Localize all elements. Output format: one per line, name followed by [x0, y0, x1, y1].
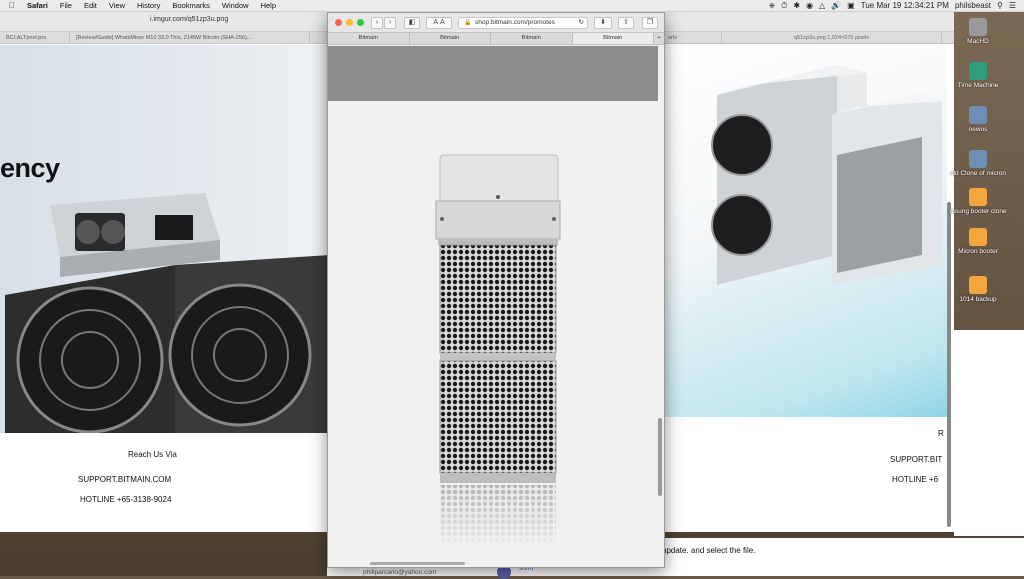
menu-safari[interactable]: Safari: [21, 1, 54, 10]
sidebar-toggle-icon[interactable]: ◧: [404, 17, 420, 29]
support-email[interactable]: SUPPORT.BITMAIN.COM: [78, 475, 171, 484]
menu-history[interactable]: History: [131, 1, 166, 10]
menu-edit[interactable]: Edit: [78, 1, 103, 10]
drive-icon: [969, 150, 987, 168]
desktop-icon-label: 1014 backup: [959, 296, 997, 303]
right-browser-window: arts q51zp3u.png 1,024×576 pixels R SUPP…: [662, 12, 954, 532]
share-icon[interactable]: ⇧: [618, 17, 634, 29]
desktop-icon-1014-backup[interactable]: 1014 backup: [942, 276, 1014, 303]
control-icon[interactable]: ⎈: [769, 1, 775, 11]
desktop-icon-newos[interactable]: newos: [942, 106, 1014, 133]
time-machine-icon[interactable]: ⏱: [781, 1, 787, 11]
right-support[interactable]: SUPPORT.BIT: [890, 455, 942, 464]
menu-user[interactable]: philsbeast: [955, 1, 991, 10]
desktop-icon-label: newos: [968, 126, 988, 133]
menu-clock[interactable]: Tue Mar 19 12:34:21 PM: [861, 1, 949, 10]
menu-bookmarks[interactable]: Bookmarks: [166, 1, 216, 10]
airplay-icon[interactable]: △: [819, 1, 825, 10]
time-machine-drive-icon: [969, 62, 987, 80]
reload-icon[interactable]: ↻: [579, 18, 584, 28]
new-tab-button[interactable]: +: [654, 33, 664, 44]
menu-view[interactable]: View: [103, 1, 131, 10]
wifi-icon[interactable]: ◉: [806, 1, 813, 10]
forward-button[interactable]: ›: [384, 17, 396, 29]
zoom-button[interactable]: [357, 19, 364, 26]
reach-us-title: Reach Us Via: [128, 450, 177, 459]
desktop-icon-micron-booter[interactable]: Micron booter: [942, 228, 1014, 255]
left-window-toolbar: i.imgur.com/q51zp3u.png: [0, 12, 330, 32]
tab-bitmain-4[interactable]: Bitmain: [572, 33, 654, 44]
apple-menu-icon[interactable]: : [0, 1, 21, 10]
right-reach-title: R: [938, 429, 944, 438]
tab-overview-icon[interactable]: ❐: [642, 17, 658, 29]
desktop-icon-label: Time Machine: [957, 82, 999, 89]
display-icon[interactable]: ▣: [847, 1, 855, 10]
volume-icon[interactable]: 🔊: [831, 1, 841, 10]
bottom-text: update. and select the file.: [662, 546, 756, 555]
miner-photo-right: [711, 65, 942, 285]
address-bar[interactable]: 🔒 shop.bitmain.com/promotes ↻: [458, 17, 588, 29]
front-tab-bar: Bitmain Bitmain Bitmain Bitmain +: [328, 33, 664, 45]
left-tab-2[interactable]: [Review/Guide] WhatsMiner M10 33.0 Th/s,…: [70, 32, 310, 43]
page-header-band: [328, 46, 658, 101]
notification-center-icon[interactable]: ☰: [1009, 1, 1016, 10]
bottom-email: philiparcario@yahoo.com: [363, 569, 437, 576]
tab-bitmain-3[interactable]: Bitmain: [491, 33, 573, 44]
horizontal-scrollbar[interactable]: [370, 562, 465, 565]
left-contact-section: Reach Us Via SUPPORT.BITMAIN.COM HOTLINE…: [0, 433, 330, 532]
back-button[interactable]: ‹: [371, 17, 383, 29]
menu-file[interactable]: File: [54, 1, 78, 10]
drive-icon: [969, 18, 987, 36]
menu-help[interactable]: Help: [255, 1, 282, 10]
desktop-icon-samsung-booter[interactable]: msung booter clone: [942, 188, 1014, 215]
left-hero-image: ency: [0, 45, 330, 435]
right-hero-image: [662, 45, 947, 417]
drive-icon: [969, 276, 987, 294]
desktop-icon-old-clone[interactable]: old Clone of micron: [942, 150, 1014, 177]
right-tab-1[interactable]: arts: [662, 32, 722, 43]
menu-window[interactable]: Window: [216, 1, 255, 10]
right-window-toolbar: [662, 12, 954, 32]
left-window-url[interactable]: i.imgur.com/q51zp3u.png: [150, 16, 228, 23]
drive-icon: [969, 188, 987, 206]
menu-bar:  Safari File Edit View History Bookmark…: [0, 0, 1024, 12]
desktop-icon-label: MacHD: [967, 38, 989, 45]
bluetooth-icon[interactable]: ✱: [793, 1, 800, 10]
desktop-icon-label: old Clone of micron: [950, 170, 1006, 177]
left-window-tabs: BCI.ALTpool.pro [Review/Guide] WhatsMine…: [0, 32, 330, 44]
drive-icon: [969, 106, 987, 124]
address-text: shop.bitmain.com/promotes: [475, 19, 555, 26]
front-window-toolbar: ‹ › ◧ A A 🔒 shop.bitmain.com/promotes ↻ …: [328, 13, 664, 33]
downloads-icon[interactable]: ⬇: [594, 17, 612, 29]
right-window-tabs: arts q51zp3u.png 1,024×576 pixels: [662, 32, 954, 44]
page-scrollbar[interactable]: [658, 418, 662, 496]
drive-icon: [969, 228, 987, 246]
right-hotline: HOTLINE +6: [892, 475, 939, 484]
front-safari-window: ‹ › ◧ A A 🔒 shop.bitmain.com/promotes ↻ …: [327, 12, 665, 568]
desktop-icon-machd[interactable]: MacHD: [942, 18, 1014, 45]
tab-bitmain-2[interactable]: Bitmain: [410, 33, 491, 44]
lock-icon: 🔒: [464, 20, 472, 26]
text-size-button[interactable]: A A: [426, 17, 452, 29]
desktop-icon-label: Micron booter: [958, 248, 998, 255]
close-button[interactable]: [335, 19, 342, 26]
miner-photo-left: [5, 193, 330, 435]
desktop-icon-label: msung booter clone: [949, 208, 1007, 215]
minimize-button[interactable]: [346, 19, 353, 26]
left-browser-window: i.imgur.com/q51zp3u.png BCI.ALTpool.pro …: [0, 12, 330, 532]
hero-headline: ency: [0, 153, 60, 183]
tab-bitmain-1[interactable]: Bitmain: [328, 33, 410, 44]
left-tab-1[interactable]: BCI.ALTpool.pro: [0, 32, 70, 43]
desktop-icon-time-machine[interactable]: Time Machine: [942, 62, 1014, 89]
hotline: HOTLINE +65-3138-9024: [80, 495, 172, 504]
partial-window-right: [954, 330, 1024, 536]
right-tab-2[interactable]: q51zp3u.png 1,024×576 pixels: [722, 32, 942, 43]
spotlight-icon[interactable]: ⚲: [997, 1, 1003, 10]
miner-product-image[interactable]: [428, 153, 568, 553]
right-contact-section: R SUPPORT.BIT HOTLINE +6: [662, 417, 954, 532]
